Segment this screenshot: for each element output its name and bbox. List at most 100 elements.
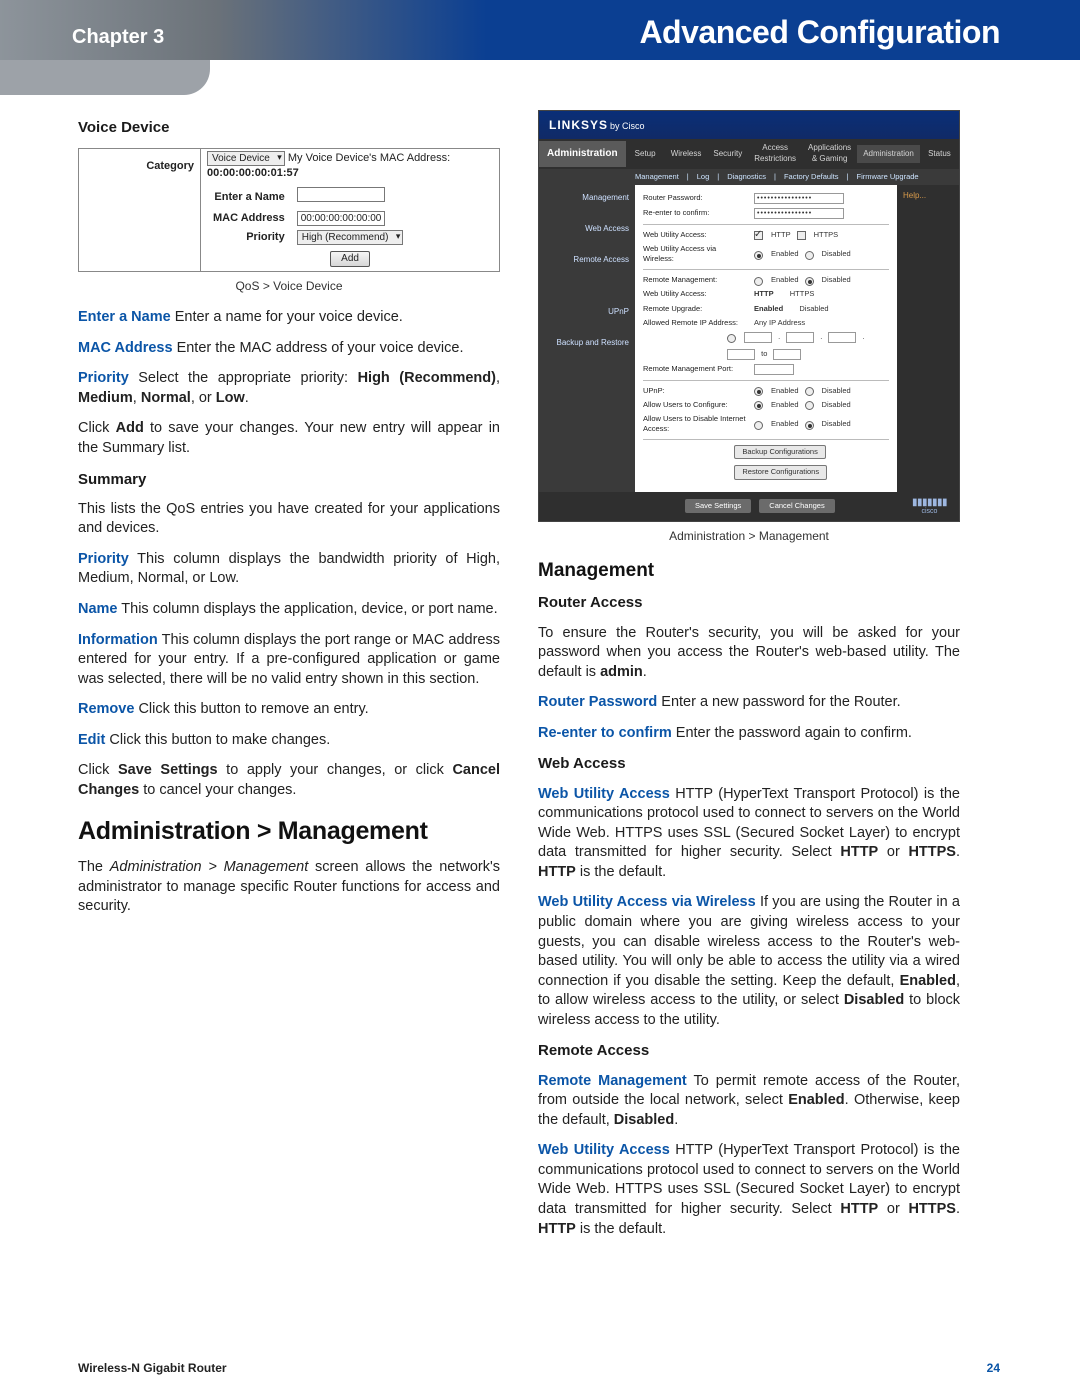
header-corner: [0, 60, 210, 95]
ss-subtab[interactable]: Log: [697, 172, 710, 182]
p-remote-management: Remote Management To permit remote acces…: [538, 1072, 960, 1131]
vd-priority-label: Priority: [207, 228, 291, 247]
admin-screenshot: LINKSYSby Cisco Administration Setup Wir…: [538, 110, 960, 522]
vd-name-label: Enter a Name: [207, 185, 291, 209]
ss-subtab[interactable]: Factory Defaults: [784, 172, 839, 182]
ss-left-labels: Management Web Access Remote Access UPnP…: [539, 185, 635, 492]
radio-icon[interactable]: [805, 277, 814, 286]
ss-password-confirm-input[interactable]: ••••••••••••••••: [754, 208, 844, 219]
p-web-utility-access: Web Utility Access HTTP (HyperText Trans…: [538, 785, 960, 883]
ss-footer: Save Settings Cancel Changes ▮▮▮▮▮▮▮cisc…: [539, 492, 959, 521]
ss-label: UPnP:: [643, 386, 748, 396]
content-columns: Voice Device Category Voice Device My Vo…: [0, 60, 1080, 1250]
ss-ip-input[interactable]: [744, 332, 772, 343]
checkbox-icon[interactable]: [754, 231, 763, 240]
ss-label: Remote Management:: [643, 275, 748, 285]
ss-group: Web Access: [545, 224, 629, 235]
heading-management: Management: [538, 558, 960, 584]
chapter-label: Chapter 3: [72, 26, 164, 49]
ss-password-input[interactable]: ••••••••••••••••: [754, 193, 844, 204]
ss-subtab-row: Management| Log| Diagnostics| Factory De…: [539, 169, 959, 185]
ss-tab[interactable]: Wireless: [665, 145, 708, 164]
voice-device-table: Category Voice Device My Voice Device's …: [78, 148, 500, 272]
ss-subtab[interactable]: Diagnostics: [727, 172, 766, 182]
page: Chapter 3 Advanced Configuration Voice D…: [0, 0, 1080, 1397]
ss-label: Web Utility Access:: [643, 289, 748, 299]
ss-label: Allowed Remote IP Address:: [643, 318, 748, 328]
radio-icon[interactable]: [754, 251, 763, 260]
ss-side-panel: Help...: [897, 185, 959, 492]
ss-ip-input[interactable]: [786, 332, 814, 343]
left-column: Voice Device Category Voice Device My Vo…: [78, 110, 500, 1250]
vd-priority-select[interactable]: High (Recommend): [297, 230, 404, 245]
heading-voice-device: Voice Device: [78, 118, 500, 138]
ss-restore-button[interactable]: Restore Configurations: [734, 465, 827, 479]
p-priority-col: Priority This column displays the bandwi…: [78, 550, 500, 589]
vd-mac-label: MAC Address: [207, 209, 291, 228]
p-info-col: Information This column displays the por…: [78, 631, 500, 690]
p-router-access: To ensure the Router's security, you wil…: [538, 624, 960, 683]
category-select[interactable]: Voice Device: [207, 151, 285, 166]
vd-category-cell: Voice Device My Voice Device's MAC Addre…: [201, 149, 500, 183]
page-footer: Wireless-N Gigabit Router 24: [78, 1361, 1000, 1375]
p-name-col: Name This column displays the applicatio…: [78, 600, 500, 620]
radio-icon[interactable]: [754, 421, 763, 430]
ss-tab[interactable]: Access Restrictions: [748, 139, 802, 169]
p-reenter: Re-enter to confirm Enter the password a…: [538, 724, 960, 744]
radio-icon[interactable]: [805, 401, 814, 410]
checkbox-icon[interactable]: [797, 231, 806, 240]
ss-form-area: Help... Router Password: ••••••••••••••••…: [635, 185, 959, 492]
radio-icon[interactable]: [805, 421, 814, 430]
ss-port-input[interactable]: [754, 364, 794, 375]
p-priority: Priority Select the appropriate priority…: [78, 369, 500, 408]
vd-add-button[interactable]: Add: [330, 251, 370, 267]
p-router-password: Router Password Enter a new password for…: [538, 693, 960, 713]
ss-ip-input[interactable]: [773, 349, 801, 360]
p-edit: Edit Click this button to make changes.: [78, 731, 500, 751]
footer-product: Wireless-N Gigabit Router: [78, 1361, 227, 1375]
heading-web-access: Web Access: [538, 754, 960, 774]
ss-tab[interactable]: Setup: [626, 145, 665, 164]
ss-save-button[interactable]: Save Settings: [685, 499, 751, 513]
radio-icon[interactable]: [805, 251, 814, 260]
vd-mac-input[interactable]: 00:00:00:00:00:00: [297, 211, 386, 226]
ss-brand-bar: LINKSYSby Cisco: [539, 111, 959, 139]
ss-group: UPnP: [545, 307, 629, 318]
p-remove: Remove Click this button to remove an en…: [78, 700, 500, 720]
ss-help-link[interactable]: Help...: [897, 185, 959, 208]
ss-label: Allow Users to Disable Internet Access:: [643, 414, 748, 434]
ss-ip-input[interactable]: [828, 332, 856, 343]
ss-label: Re-enter to confirm:: [643, 208, 748, 218]
radio-icon[interactable]: [754, 387, 763, 396]
p-enter-name: Enter a Name Enter a name for your voice…: [78, 308, 500, 328]
page-title: Advanced Configuration: [639, 14, 1000, 51]
ss-tab[interactable]: Status: [920, 145, 959, 164]
ss-label: Web Utility Access via Wireless:: [643, 244, 748, 264]
ss-tab-active[interactable]: Administration: [857, 145, 920, 164]
ss-tab-row: Administration Setup Wireless Security A…: [539, 139, 959, 169]
ss-subtab[interactable]: Firmware Upgrade: [857, 172, 919, 182]
heading-router-access: Router Access: [538, 593, 960, 613]
radio-icon[interactable]: [754, 401, 763, 410]
radio-icon[interactable]: [805, 387, 814, 396]
ss-label: Remote Management Port:: [643, 364, 748, 374]
right-column: LINKSYSby Cisco Administration Setup Wir…: [538, 110, 960, 1250]
ss-body: Management Web Access Remote Access UPnP…: [539, 185, 959, 492]
ss-subtab[interactable]: Management: [635, 172, 679, 182]
p-mac-address: MAC Address Enter the MAC address of you…: [78, 339, 500, 359]
radio-icon[interactable]: [727, 334, 736, 343]
p-click-add: Click Add to save your changes. Your new…: [78, 419, 500, 458]
p-wua-wireless: Web Utility Access via Wireless If you a…: [538, 893, 960, 1030]
ss-cancel-button[interactable]: Cancel Changes: [759, 499, 834, 513]
caption-qos-voice: QoS > Voice Device: [78, 278, 500, 294]
ss-tab[interactable]: Security: [707, 145, 748, 164]
ss-label: Router Password:: [643, 193, 748, 203]
ss-ip-input[interactable]: [727, 349, 755, 360]
heading-remote-access: Remote Access: [538, 1041, 960, 1061]
p-admin-desc: The Administration > Management screen a…: [78, 858, 500, 917]
radio-icon[interactable]: [754, 277, 763, 286]
ss-tab[interactable]: Applications & Gaming: [802, 139, 857, 169]
vd-name-input[interactable]: [297, 187, 385, 202]
ss-section: Administration: [539, 141, 626, 167]
ss-backup-button[interactable]: Backup Configurations: [734, 445, 825, 459]
